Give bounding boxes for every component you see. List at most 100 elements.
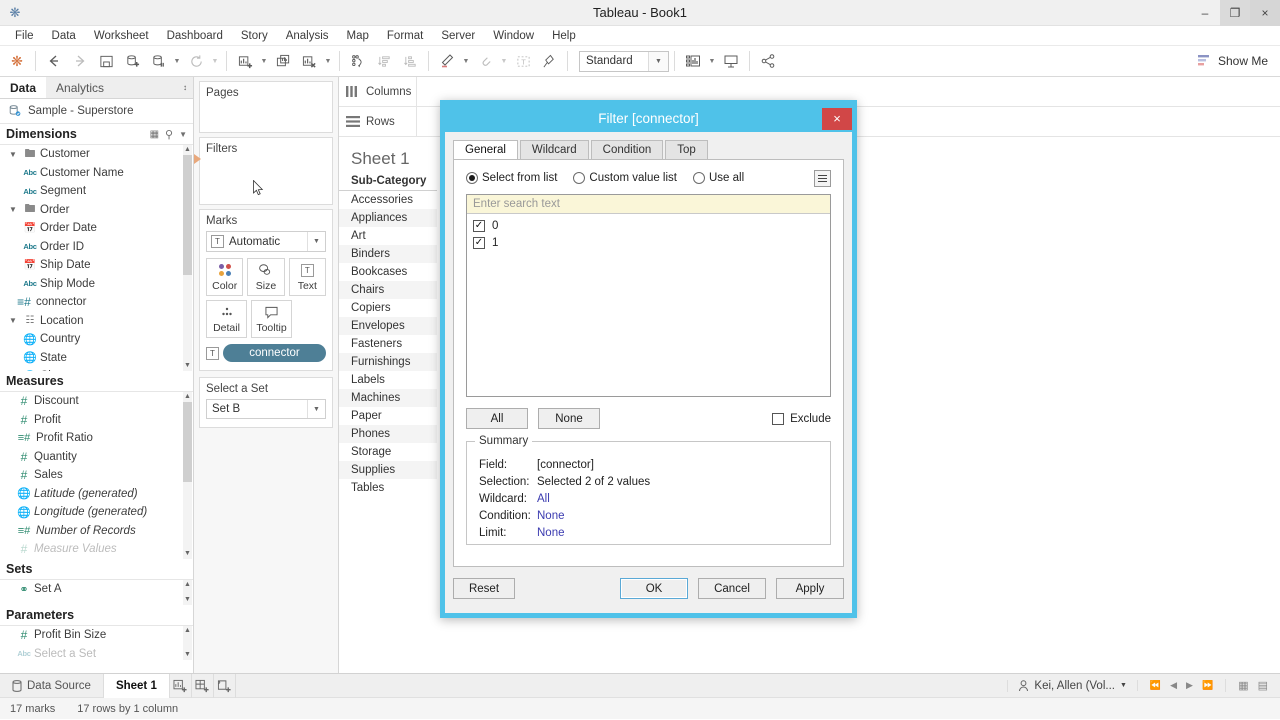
chevron-down-icon[interactable]: ▼ bbox=[648, 51, 668, 71]
sort-ascending-icon[interactable] bbox=[371, 49, 397, 74]
maximize-icon[interactable]: ❐ bbox=[1220, 0, 1250, 26]
fit-dropdown[interactable]: Standard ▼ bbox=[579, 50, 669, 72]
cancel-button[interactable]: Cancel bbox=[698, 578, 766, 599]
reset-button[interactable]: Reset bbox=[453, 578, 515, 599]
row-header[interactable]: Appliances bbox=[339, 209, 437, 227]
marks-pill-connector[interactable]: connector bbox=[223, 344, 326, 362]
dim-order-date[interactable]: 📅 Order Date bbox=[0, 219, 193, 238]
forward-icon[interactable] bbox=[67, 49, 93, 74]
new-worksheet-icon[interactable] bbox=[170, 673, 192, 698]
radio-use-all[interactable] bbox=[692, 172, 705, 184]
chevron-down-icon[interactable]: ▼ bbox=[1120, 682, 1127, 689]
row-header[interactable]: Tables bbox=[339, 479, 437, 497]
show-filmstrip-icon[interactable]: ▤ bbox=[1258, 679, 1268, 692]
tab-wildcard[interactable]: Wildcard bbox=[519, 140, 589, 160]
list-item[interactable]: ✓ 0 bbox=[467, 217, 830, 234]
list-item[interactable]: ✓ 1 bbox=[467, 234, 830, 251]
chevron-down-icon[interactable]: ▼ bbox=[307, 232, 325, 251]
dim-country[interactable]: 🌐 Country bbox=[0, 330, 193, 349]
mark-type-dropdown[interactable]: T Automatic ▼ bbox=[206, 231, 326, 252]
checkbox-value-0[interactable]: ✓ bbox=[473, 219, 485, 232]
measure-latitude[interactable]: 🌐 Latitude (generated) bbox=[0, 485, 193, 504]
column-header[interactable]: Sub-Category bbox=[339, 175, 437, 191]
dim-segment[interactable]: Abc Segment bbox=[0, 182, 193, 201]
data-pane-collapse-icon[interactable]: ↕ bbox=[177, 77, 193, 98]
values-listbox[interactable]: Enter search text ✓ 0 ✓ 1 bbox=[466, 194, 831, 397]
dimensions-scrollbar[interactable]: ▲ ▼ bbox=[183, 145, 192, 371]
radio-select-from-list[interactable] bbox=[466, 172, 478, 184]
dim-folder-location[interactable]: ▼ ☷ Location bbox=[0, 312, 193, 331]
menu-analysis[interactable]: Analysis bbox=[277, 26, 338, 46]
new-data-source-icon[interactable] bbox=[119, 49, 145, 74]
apply-button[interactable]: Apply bbox=[776, 578, 844, 599]
user-menu[interactable]: Kei, Allen (Vol... ▼ bbox=[1007, 679, 1136, 692]
marks-detail-button[interactable]: Detail bbox=[206, 300, 247, 338]
exclude-checkbox[interactable] bbox=[772, 412, 785, 425]
new-dashboard-icon[interactable] bbox=[192, 673, 214, 698]
filters-card[interactable]: Filters bbox=[194, 137, 333, 205]
chevron-down-icon[interactable]: ▼ bbox=[171, 58, 183, 65]
group-icon[interactable] bbox=[472, 49, 498, 74]
row-header[interactable]: Paper bbox=[339, 407, 437, 425]
tab-data[interactable]: Data bbox=[0, 77, 46, 98]
set-a[interactable]: ⚭ Set A bbox=[0, 580, 193, 599]
measure-profit-ratio[interactable]: ≡# Profit Ratio bbox=[0, 429, 193, 448]
search-icon[interactable]: ⚲ bbox=[165, 128, 173, 141]
row-header[interactable]: Machines bbox=[339, 389, 437, 407]
menu-server[interactable]: Server bbox=[432, 26, 484, 46]
scroll-down-icon[interactable]: ▼ bbox=[183, 595, 192, 605]
sort-descending-icon[interactable] bbox=[397, 49, 423, 74]
chevron-down-icon[interactable]: ▼ bbox=[307, 400, 325, 418]
share-icon[interactable] bbox=[755, 49, 781, 74]
pause-data-source-icon[interactable] bbox=[145, 49, 171, 74]
dim-customer-name[interactable]: Abc Customer Name bbox=[0, 164, 193, 183]
first-sheet-icon[interactable]: ⏪ bbox=[1150, 680, 1161, 691]
menu-window[interactable]: Window bbox=[484, 26, 543, 46]
ok-button[interactable]: OK bbox=[620, 578, 688, 599]
row-header[interactable]: Binders bbox=[339, 245, 437, 263]
grid-view-icon[interactable]: ▦ bbox=[150, 129, 159, 140]
show-hide-cards-icon[interactable] bbox=[680, 49, 706, 74]
dimensions-list[interactable]: ▼ 🖿 Customer Abc Customer Name Abc Segme… bbox=[0, 145, 193, 371]
scroll-down-icon[interactable]: ▼ bbox=[183, 549, 192, 559]
row-header[interactable]: Storage bbox=[339, 443, 437, 461]
dim-ship-mode[interactable]: Abc Ship Mode bbox=[0, 275, 193, 294]
chevron-down-icon[interactable]: ▼ bbox=[460, 58, 472, 65]
dim-state[interactable]: 🌐 State bbox=[0, 349, 193, 368]
tab-condition[interactable]: Condition bbox=[590, 140, 664, 160]
measure-discount[interactable]: # Discount bbox=[0, 392, 193, 411]
chevron-down-icon[interactable]: ▼ bbox=[706, 58, 718, 65]
new-worksheet-icon[interactable] bbox=[232, 49, 258, 74]
tab-top[interactable]: Top bbox=[665, 140, 708, 160]
measure-sales[interactable]: # Sales bbox=[0, 466, 193, 485]
chevron-down-icon[interactable]: ▼ bbox=[6, 150, 20, 159]
chevron-down-icon[interactable]: ▼ bbox=[6, 316, 20, 325]
row-header[interactable]: Phones bbox=[339, 425, 437, 443]
values-list[interactable]: ✓ 0 ✓ 1 bbox=[467, 214, 830, 396]
row-header[interactable]: Accessories bbox=[339, 191, 437, 209]
measure-longitude[interactable]: 🌐 Longitude (generated) bbox=[0, 503, 193, 522]
dim-order-id[interactable]: Abc Order ID bbox=[0, 238, 193, 257]
scroll-down-icon[interactable]: ▼ bbox=[183, 361, 192, 371]
show-mark-labels-icon[interactable]: T bbox=[510, 49, 536, 74]
presentation-mode-icon[interactable] bbox=[718, 49, 744, 74]
measures-list[interactable]: # Discount # Profit ≡# Profit Ratio # Qu… bbox=[0, 392, 193, 559]
marks-color-button[interactable]: Color bbox=[206, 258, 244, 296]
fix-axes-icon[interactable] bbox=[536, 49, 562, 74]
duplicate-worksheet-icon[interactable] bbox=[270, 49, 296, 74]
select-a-set-dropdown[interactable]: Set B ▼ bbox=[206, 399, 326, 419]
scroll-thumb[interactable] bbox=[183, 402, 192, 482]
dim-city[interactable]: 🌐 City bbox=[0, 367, 193, 371]
tab-analytics[interactable]: Analytics bbox=[46, 77, 177, 98]
prev-sheet-icon[interactable]: ◀ bbox=[1170, 680, 1177, 691]
marks-text-button[interactable]: T Text bbox=[288, 258, 326, 296]
row-header[interactable]: Supplies bbox=[339, 461, 437, 479]
dim-folder-customer[interactable]: ▼ 🖿 Customer bbox=[0, 145, 193, 164]
close-icon[interactable]: × bbox=[1250, 0, 1280, 26]
scroll-up-icon[interactable]: ▲ bbox=[183, 145, 192, 155]
marks-tooltip-button[interactable]: Tooltip bbox=[251, 300, 292, 338]
scroll-down-icon[interactable]: ▼ bbox=[183, 650, 192, 660]
menu-map[interactable]: Map bbox=[338, 26, 378, 46]
last-sheet-icon[interactable]: ⏩ bbox=[1202, 680, 1213, 691]
swap-rows-columns-icon[interactable] bbox=[345, 49, 371, 74]
